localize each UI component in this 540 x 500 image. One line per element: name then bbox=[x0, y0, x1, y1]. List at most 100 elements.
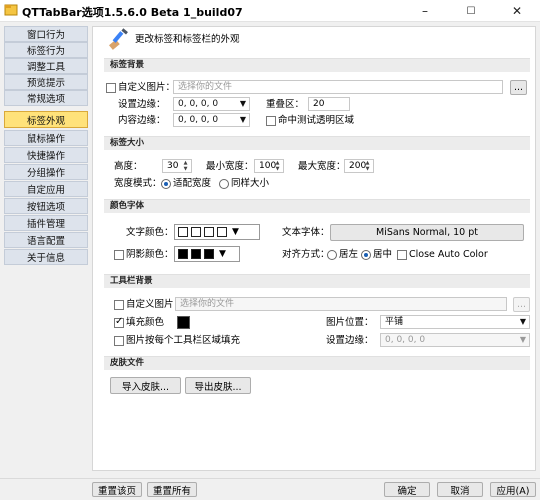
max-width-spinner[interactable]: 200 ▲ ▼ bbox=[344, 159, 374, 173]
sidebar-item-general[interactable]: 常规选项 bbox=[4, 90, 88, 106]
content-margin-value: 0, 0, 0, 0 bbox=[178, 115, 219, 125]
sidebar-item-tab-behavior[interactable]: 标签行为 bbox=[4, 42, 88, 58]
same-size-radio[interactable] bbox=[219, 179, 229, 189]
sidebar-item-groups[interactable]: 分组操作 bbox=[4, 164, 88, 180]
toolbar-custom-image-input[interactable]: 选择你的文件 bbox=[175, 297, 507, 311]
paintbrush-icon bbox=[109, 28, 128, 50]
spinner-arrows-icon: ▲ ▼ bbox=[275, 160, 280, 172]
toolbar-set-margin-dropdown[interactable]: 0, 0, 0, 0 ▼ bbox=[380, 333, 530, 347]
reset-page-button[interactable]: 重置该页 bbox=[92, 482, 142, 497]
chevron-down-icon: ▼ bbox=[519, 317, 526, 326]
window-title: QTTabBar选项1.5.6.0 Beta 1_build07 bbox=[22, 6, 243, 19]
cancel-button[interactable]: 取消 bbox=[437, 482, 483, 497]
spinner-arrows-icon: ▲ ▼ bbox=[183, 160, 188, 172]
color-swatch bbox=[191, 227, 201, 237]
hit-test-checkbox[interactable] bbox=[266, 116, 276, 126]
fill-color-checkbox[interactable] bbox=[114, 316, 124, 328]
align-center-radio[interactable] bbox=[361, 250, 371, 260]
toolbar-set-margin-label: 设置边缘： bbox=[326, 335, 374, 346]
shadow-color-picker[interactable]: ▼ bbox=[174, 246, 240, 262]
page-title: 更改标签和标签栏的外观 bbox=[135, 34, 240, 45]
sidebar-item-language[interactable]: 语言配置 bbox=[4, 232, 88, 248]
font-picker-button[interactable]: MiSans Normal, 10 pt bbox=[330, 224, 524, 241]
sidebar-nav: 窗口行为 标签行为 调整工具 预览提示 常规选项 标签外观 鼠标操作 快捷操作 … bbox=[4, 26, 88, 471]
sidebar-item-tweaks[interactable]: 调整工具 bbox=[4, 58, 88, 74]
height-value: 30 bbox=[167, 161, 179, 171]
image-position-dropdown[interactable]: 平铺 ▼ bbox=[380, 315, 530, 329]
apply-button[interactable]: 应用(A) bbox=[490, 482, 536, 497]
reset-all-button[interactable]: 重置所有 bbox=[147, 482, 197, 497]
shadow-color-checkbox[interactable] bbox=[114, 250, 124, 260]
sidebar-item-buttons[interactable]: 按钮选项 bbox=[4, 198, 88, 214]
min-width-spinner[interactable]: 100 ▲ ▼ bbox=[254, 159, 284, 173]
fit-width-label: 适配宽度 bbox=[173, 178, 212, 189]
sidebar-item-apps[interactable]: 自定应用 bbox=[4, 181, 88, 197]
close-auto-color-checkbox[interactable] bbox=[397, 250, 407, 260]
export-skin-button[interactable]: 导出皮肤... bbox=[185, 377, 251, 394]
custom-image-checkbox[interactable] bbox=[106, 83, 116, 93]
per-toolbar-fill-label: 图片按每个工具栏区域填充 bbox=[126, 335, 241, 346]
fill-color-label: 填充颜色 bbox=[126, 317, 165, 328]
align-left-label: 居左 bbox=[339, 249, 359, 260]
color-swatch bbox=[217, 227, 227, 237]
align-center-label: 居中 bbox=[373, 249, 393, 260]
chevron-down-icon: ▼ bbox=[239, 115, 246, 124]
import-skin-button[interactable]: 导入皮肤... bbox=[110, 377, 181, 394]
toolbar-custom-image-checkbox[interactable] bbox=[114, 300, 124, 310]
section-tab-background: 标签背景 bbox=[104, 58, 530, 72]
color-swatch bbox=[204, 227, 214, 237]
fill-color-swatch[interactable] bbox=[177, 316, 190, 329]
maximize-button[interactable]: ☐ bbox=[448, 0, 494, 22]
height-spinner[interactable]: 30 ▲ ▼ bbox=[162, 159, 192, 173]
image-position-value: 平铺 bbox=[385, 317, 404, 327]
sidebar-item-window-behavior[interactable]: 窗口行为 bbox=[4, 26, 88, 42]
width-mode-label: 宽度模式： bbox=[114, 178, 162, 189]
custom-image-input[interactable]: 选择你的文件 bbox=[173, 80, 503, 94]
set-margin-value: 0, 0, 0, 0 bbox=[178, 99, 219, 109]
sidebar-item-tab-appearance[interactable]: 标签外观 bbox=[4, 111, 88, 128]
sidebar-item-mouse[interactable]: 鼠标操作 bbox=[4, 130, 88, 146]
section-tab-size: 标签大小 bbox=[104, 136, 530, 150]
color-swatch bbox=[204, 249, 214, 259]
close-auto-color-label: Close Auto Color bbox=[409, 249, 488, 260]
chevron-down-icon: ▼ bbox=[232, 227, 239, 237]
align-left-radio[interactable] bbox=[327, 250, 337, 260]
toolbar-set-margin-value: 0, 0, 0, 0 bbox=[385, 335, 426, 345]
section-skin-files: 皮肤文件 bbox=[104, 356, 530, 370]
overlap-spinner[interactable]: 20 bbox=[308, 97, 350, 111]
browse-image-button[interactable]: ... bbox=[510, 80, 527, 95]
shadow-color-label: 阴影颜色： bbox=[126, 249, 174, 260]
min-width-label: 最小宽度： bbox=[206, 161, 254, 172]
set-margin-dropdown[interactable]: 0, 0, 0, 0 ▼ bbox=[173, 97, 250, 111]
chevron-down-icon: ▼ bbox=[239, 99, 246, 108]
color-swatch bbox=[178, 227, 188, 237]
spinner-arrows-icon: ▲ ▼ bbox=[365, 160, 370, 172]
overlap-value: 20 bbox=[313, 99, 325, 109]
same-size-label: 同样大小 bbox=[231, 178, 270, 189]
chevron-down-icon: ▼ bbox=[519, 335, 526, 344]
text-font-label: 文本字体： bbox=[282, 227, 330, 238]
close-button[interactable]: ✕ bbox=[494, 0, 540, 22]
set-margin-label: 设置边缘： bbox=[118, 99, 166, 110]
content-margin-dropdown[interactable]: 0, 0, 0, 0 ▼ bbox=[173, 113, 250, 127]
text-color-picker[interactable]: ▼ bbox=[174, 224, 260, 240]
app-icon bbox=[4, 4, 18, 16]
chevron-down-icon: ▼ bbox=[219, 249, 226, 259]
sidebar-item-preview-tips[interactable]: 预览提示 bbox=[4, 74, 88, 90]
per-toolbar-fill-checkbox[interactable] bbox=[114, 336, 124, 346]
sidebar-item-about[interactable]: 关于信息 bbox=[4, 249, 88, 265]
text-color-label: 文字颜色： bbox=[126, 227, 174, 238]
content-margin-label: 内容边缘： bbox=[118, 115, 166, 126]
fit-width-radio[interactable] bbox=[161, 179, 171, 189]
minimize-button[interactable]: – bbox=[402, 0, 448, 22]
custom-image-label: 自定义图片： bbox=[118, 82, 176, 93]
height-label: 高度： bbox=[114, 161, 143, 172]
max-width-label: 最大宽度： bbox=[298, 161, 346, 172]
hit-test-label: 命中测试透明区域 bbox=[278, 115, 355, 126]
toolbar-browse-button[interactable]: ... bbox=[513, 297, 530, 312]
ok-button[interactable]: 确定 bbox=[384, 482, 430, 497]
sidebar-item-plugins[interactable]: 插件管理 bbox=[4, 215, 88, 231]
sidebar-item-shortcuts[interactable]: 快捷操作 bbox=[4, 147, 88, 163]
overlap-label: 重叠区： bbox=[266, 99, 305, 110]
section-colors-fonts: 颜色字体 bbox=[104, 199, 530, 213]
